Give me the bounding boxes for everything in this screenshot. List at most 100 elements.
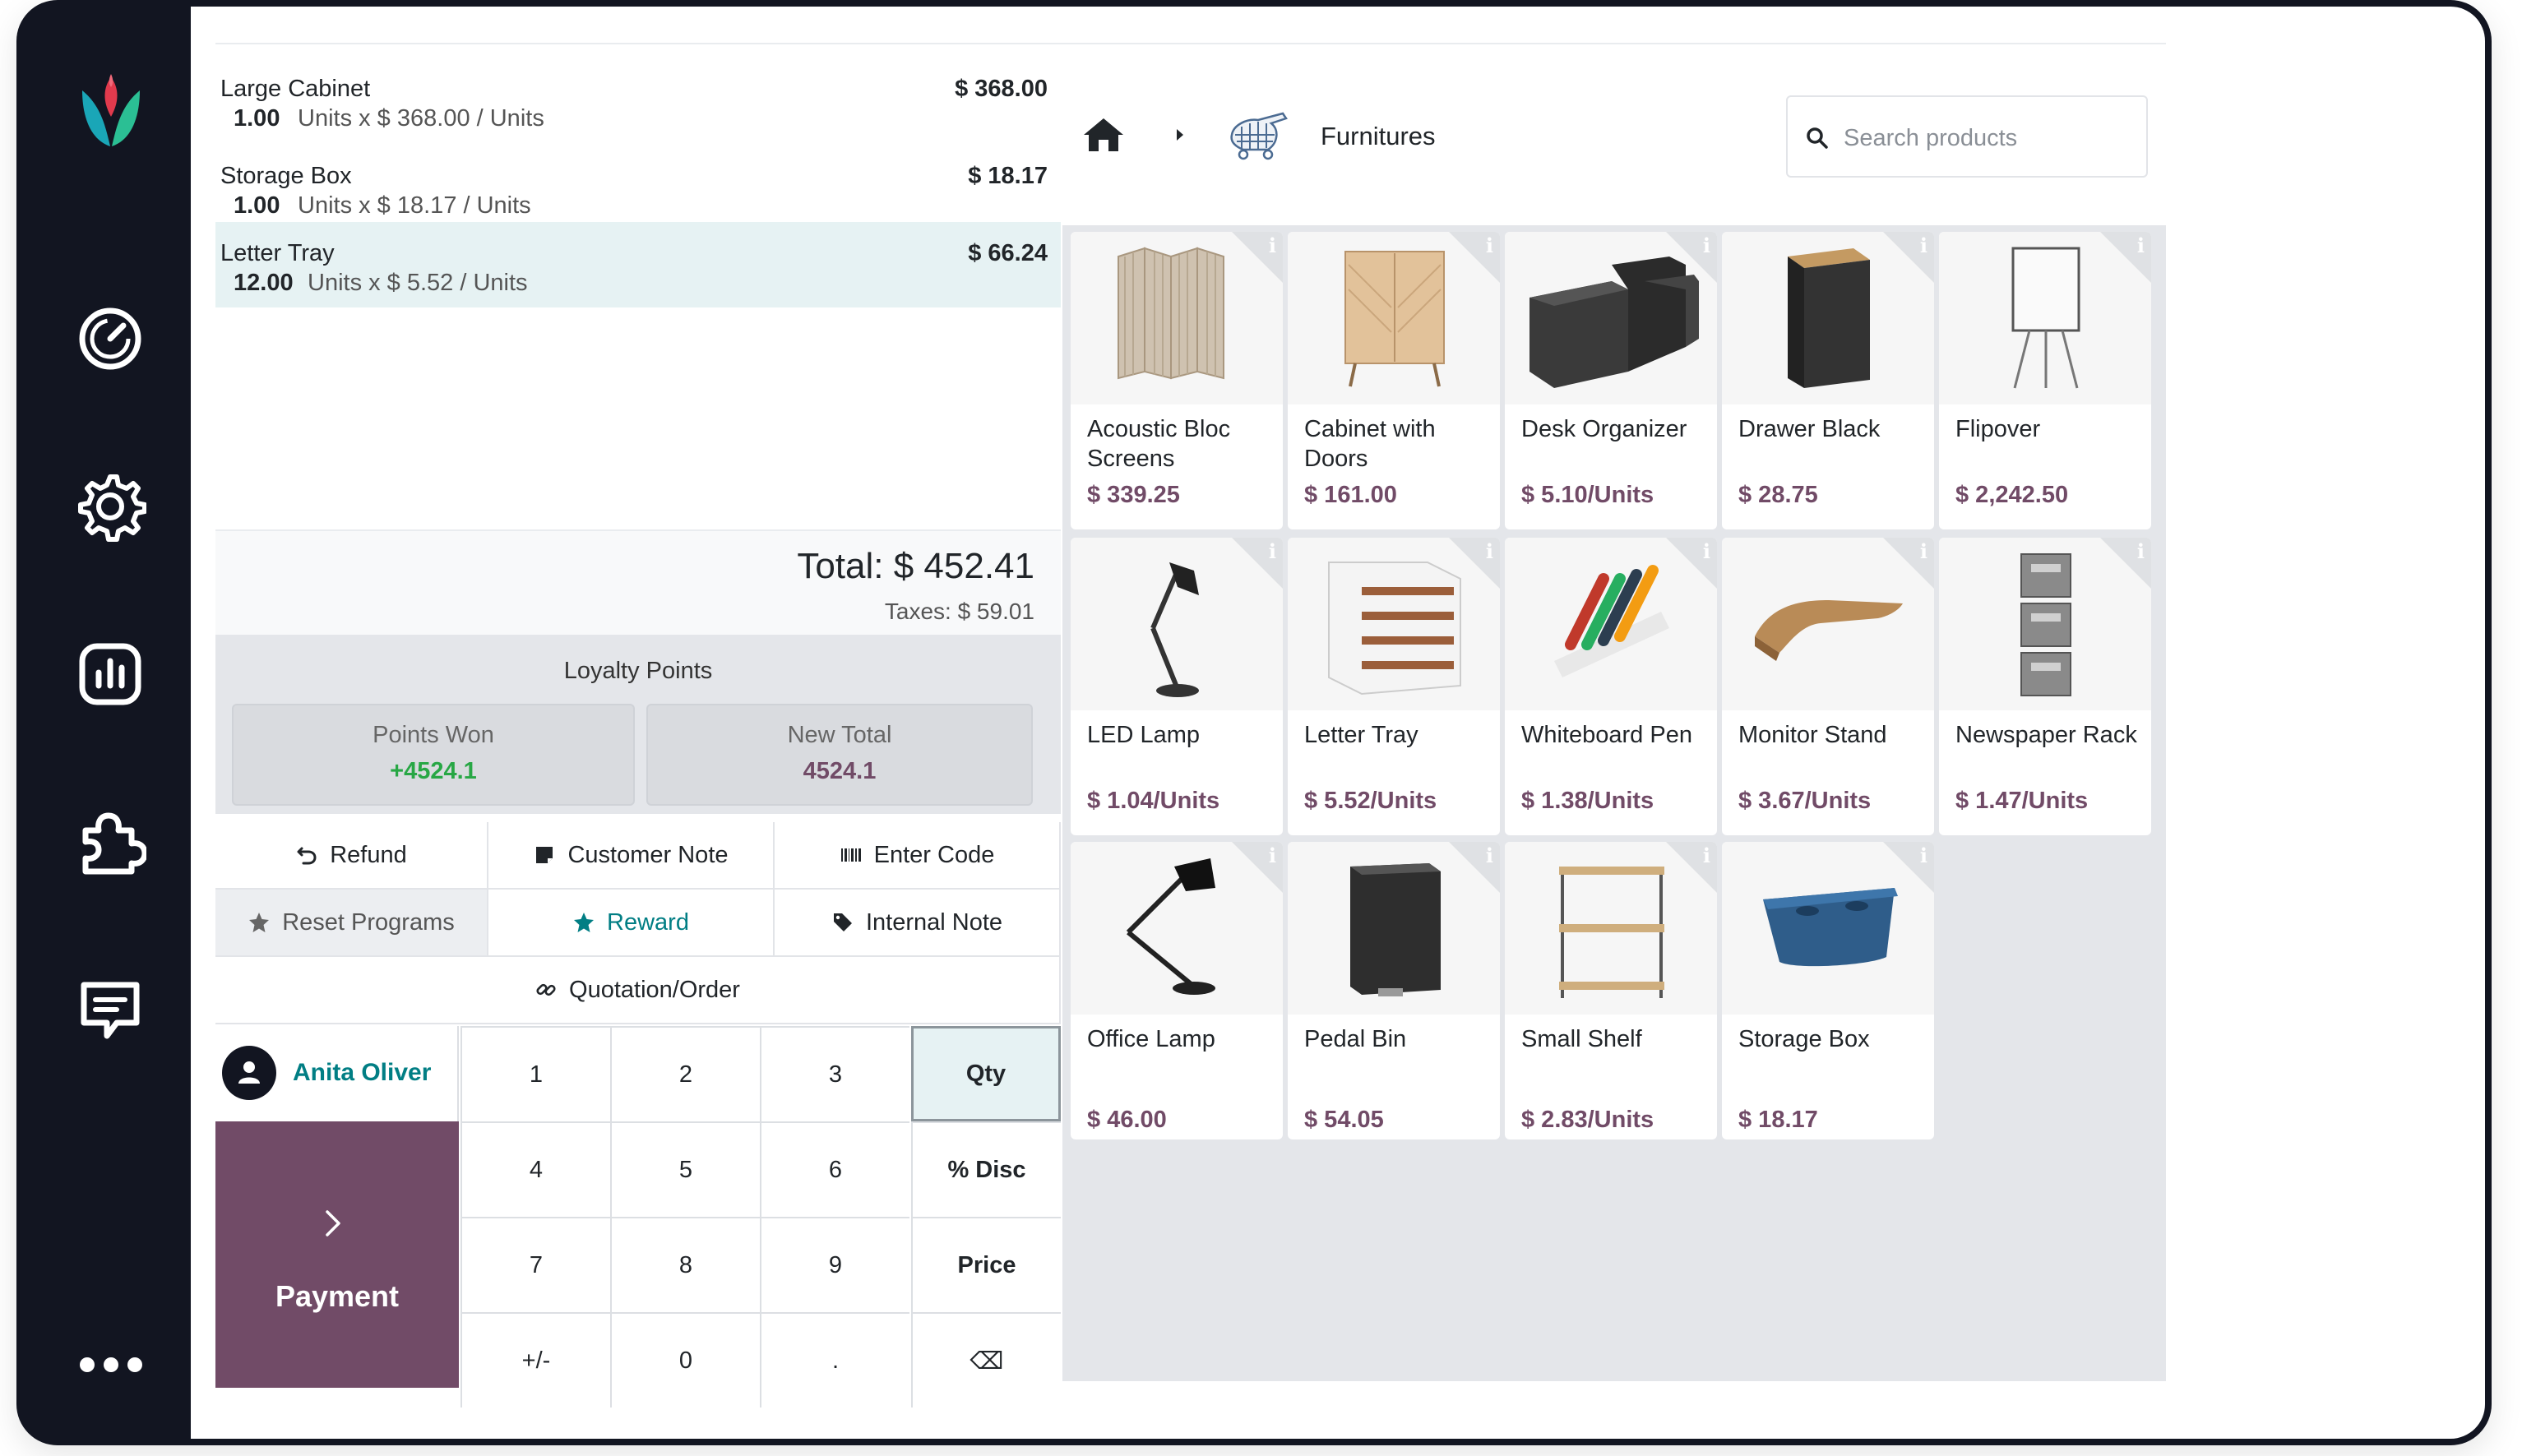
- numpad-key-4[interactable]: 4: [460, 1121, 610, 1217]
- reward-label: Reward: [607, 908, 689, 936]
- product-price: $ 2,242.50: [1955, 482, 2069, 508]
- refund-label: Refund: [330, 841, 407, 868]
- numpad-key-9[interactable]: 9: [760, 1217, 909, 1312]
- info-icon[interactable]: i: [1920, 844, 1927, 867]
- product-card[interactable]: i Storage Box $ 18.17: [1722, 842, 1934, 1139]
- order-line-qty: 1.00: [234, 105, 280, 132]
- numpad-key-2[interactable]: 2: [610, 1026, 760, 1121]
- info-icon[interactable]: i: [1486, 233, 1493, 257]
- product-price: $ 2.83/Units: [1521, 1107, 1654, 1133]
- app-logo-icon[interactable]: [67, 67, 155, 150]
- user-icon: [238, 1061, 260, 1084]
- product-card[interactable]: i Letter Tray $ 5.52/Units: [1288, 538, 1500, 835]
- order-line-price: $ 66.24: [968, 240, 1048, 266]
- numpad-key-8[interactable]: 8: [610, 1217, 760, 1312]
- numpad-key-dot[interactable]: .: [760, 1312, 909, 1407]
- internal-note-button[interactable]: Internal Note: [775, 890, 1061, 957]
- info-icon[interactable]: i: [1703, 844, 1710, 867]
- product-price: $ 54.05: [1304, 1107, 1384, 1133]
- apps-puzzle-icon[interactable]: [74, 806, 148, 878]
- product-card[interactable]: i Drawer Black $ 28.75: [1722, 232, 1934, 529]
- breadcrumb-category[interactable]: Furnitures: [1321, 122, 1436, 151]
- link-icon: [536, 983, 556, 996]
- info-icon[interactable]: i: [1703, 233, 1710, 257]
- info-icon[interactable]: i: [1486, 539, 1493, 563]
- info-icon[interactable]: i: [2137, 539, 2145, 563]
- product-name: Monitor Stand: [1738, 722, 1887, 748]
- product-card[interactable]: i Desk Organizer $ 5.10/Units: [1505, 232, 1717, 529]
- order-line-selected[interactable]: Letter Tray $ 66.24 12.00 Units x $ 5.52…: [215, 222, 1061, 307]
- star-icon: [574, 913, 595, 932]
- product-card[interactable]: i Acoustic Bloc Screens $ 339.25: [1071, 232, 1283, 529]
- reports-chart-icon[interactable]: [74, 638, 146, 710]
- numpad-key-0[interactable]: 0: [610, 1312, 760, 1407]
- numpad-key-7[interactable]: 7: [460, 1217, 610, 1312]
- enter-code-button[interactable]: Enter Code: [775, 822, 1061, 890]
- product-card[interactable]: i Small Shelf $ 2.83/Units: [1505, 842, 1717, 1139]
- settings-gear-icon[interactable]: [74, 470, 147, 543]
- quotation-order-button[interactable]: Quotation/Order: [215, 957, 1061, 1024]
- product-header: Furnitures: [1062, 44, 2166, 225]
- info-icon[interactable]: i: [1269, 539, 1276, 563]
- star-icon: [249, 913, 270, 932]
- order-line-name: Large Cabinet: [220, 76, 371, 102]
- product-card[interactable]: i Cabinet with Doors $ 161.00: [1288, 232, 1500, 529]
- order-line-qty: 1.00: [234, 192, 280, 219]
- product-card[interactable]: i Office Lamp $ 46.00: [1071, 842, 1283, 1139]
- customer-note-label: Customer Note: [567, 841, 729, 868]
- product-card[interactable]: i Newspaper Rack $ 1.47/Units: [1939, 538, 2151, 835]
- info-icon[interactable]: i: [1920, 233, 1927, 257]
- furniture-category-icon[interactable]: [1225, 102, 1291, 168]
- product-card[interactable]: i Flipover $ 2,242.50: [1939, 232, 2151, 529]
- new-total-box: New Total 4524.1: [646, 704, 1033, 806]
- customer-note-button[interactable]: Customer Note: [488, 822, 775, 890]
- info-icon[interactable]: i: [1486, 844, 1493, 867]
- price-mode-button[interactable]: Price: [911, 1217, 1061, 1312]
- reset-programs-button[interactable]: Reset Programs: [215, 890, 488, 957]
- info-icon[interactable]: i: [1920, 539, 1927, 563]
- enter-code-label: Enter Code: [873, 841, 995, 868]
- numpad-key-3[interactable]: 3: [760, 1026, 909, 1121]
- search-input[interactable]: [1842, 115, 2125, 161]
- qty-mode-button[interactable]: Qty: [911, 1026, 1061, 1121]
- product-price: $ 1.47/Units: [1955, 788, 2089, 814]
- numpad-key-6[interactable]: 6: [760, 1121, 909, 1217]
- info-icon[interactable]: i: [2137, 233, 2145, 257]
- search-box[interactable]: [1786, 95, 2148, 178]
- product-pane: Furnitures i Acoustic Bloc Screens $ 339…: [1062, 44, 2166, 1381]
- barcode-icon: [840, 848, 861, 862]
- info-icon[interactable]: i: [1703, 539, 1710, 563]
- customer-button[interactable]: Anita Oliver: [215, 1026, 459, 1121]
- reward-button[interactable]: Reward: [488, 890, 775, 957]
- product-card[interactable]: i LED Lamp $ 1.04/Units: [1071, 538, 1283, 835]
- order-line[interactable]: Large Cabinet $ 368.00 1.00 Units x $ 36…: [215, 58, 1061, 143]
- backspace-button[interactable]: ⌫: [911, 1312, 1061, 1407]
- discount-mode-button[interactable]: % Disc: [911, 1121, 1061, 1217]
- more-dots-icon[interactable]: [74, 1348, 148, 1381]
- home-icon[interactable]: [1082, 115, 1125, 155]
- product-name: Pedal Bin: [1304, 1026, 1407, 1052]
- avatar: [222, 1046, 276, 1100]
- refund-button[interactable]: Refund: [215, 822, 488, 890]
- info-icon[interactable]: i: [1269, 844, 1276, 867]
- chat-message-icon[interactable]: [74, 973, 146, 1046]
- product-card[interactable]: i Pedal Bin $ 54.05: [1288, 842, 1500, 1139]
- payment-button[interactable]: Payment: [215, 1121, 459, 1388]
- product-name: Letter Tray: [1304, 722, 1418, 748]
- order-line[interactable]: Storage Box $ 18.17 1.00 Units x $ 18.17…: [215, 145, 1061, 230]
- numpad-key-5[interactable]: 5: [610, 1121, 760, 1217]
- caret-right-icon: [1177, 129, 1183, 141]
- info-icon[interactable]: i: [1269, 233, 1276, 257]
- numpad-key-plus-minus[interactable]: +/-: [460, 1312, 610, 1407]
- device-frame: Large Cabinet $ 368.00 1.00 Units x $ 36…: [16, 0, 2492, 1445]
- product-card[interactable]: i Monitor Stand $ 3.67/Units: [1722, 538, 1934, 835]
- product-name: Cabinet with Doors: [1304, 416, 1436, 472]
- numpad-key-1[interactable]: 1: [460, 1026, 610, 1121]
- product-price: $ 46.00: [1087, 1107, 1167, 1133]
- loyalty-title: Loyalty Points: [563, 658, 713, 684]
- note-icon: [536, 847, 553, 863]
- dashboard-gauge-icon[interactable]: [74, 303, 146, 375]
- product-card[interactable]: i Whiteboard Pen $ 1.38/Units: [1505, 538, 1717, 835]
- tag-icon: [833, 913, 852, 931]
- payment-label: Payment: [275, 1279, 400, 1313]
